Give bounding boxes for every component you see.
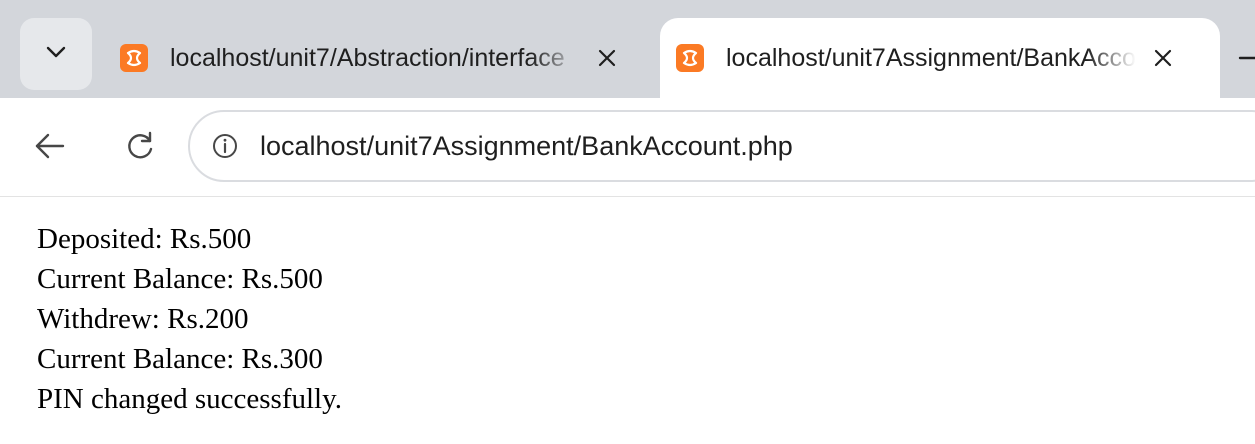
back-arrow-icon	[35, 133, 65, 159]
chevron-down-icon	[43, 39, 69, 70]
output-line: Deposited: Rs.500	[37, 223, 252, 255]
plus-icon	[1238, 56, 1255, 60]
xampp-icon	[676, 44, 704, 72]
browser-chrome: localhost/unit7/Abstraction/interface lo…	[0, 0, 1255, 196]
output-line: PIN changed successfully.	[37, 383, 342, 415]
tab-bankaccount[interactable]: localhost/unit7Assignment/BankAccount.ph…	[660, 18, 1220, 98]
reload-icon	[128, 131, 153, 159]
output-line: Current Balance: Rs.300	[37, 343, 323, 375]
tab-strip: localhost/unit7/Abstraction/interface lo…	[0, 0, 1255, 98]
close-icon	[598, 49, 616, 67]
address-bar[interactable]: localhost/unit7Assignment/BankAccount.ph…	[188, 110, 1255, 182]
info-icon[interactable]	[210, 131, 240, 161]
tab-title: localhost/unit7/Abstraction/interface	[170, 43, 565, 72]
xampp-icon	[120, 44, 148, 72]
navigation-toolbar: localhost/unit7Assignment/BankAccount.ph…	[0, 98, 1255, 196]
close-icon	[1154, 49, 1172, 67]
tab-interface[interactable]: localhost/unit7/Abstraction/interface	[104, 18, 664, 98]
tab-close-button[interactable]	[1146, 41, 1180, 75]
php-output: Deposited: Rs.500 Current Balance: Rs.50…	[37, 219, 342, 419]
output-line: Current Balance: Rs.500	[37, 263, 323, 295]
page-content: Deposited: Rs.500 Current Balance: Rs.50…	[0, 196, 1255, 444]
new-tab-button[interactable]	[1232, 38, 1255, 78]
back-button[interactable]	[22, 118, 78, 174]
tab-search-button[interactable]	[20, 18, 92, 90]
tab-title: localhost/unit7Assignment/BankAccount.ph…	[726, 43, 1136, 72]
output-line: Withdrew: Rs.200	[37, 303, 249, 335]
reload-button[interactable]	[112, 118, 168, 174]
tab-close-button[interactable]	[590, 41, 624, 75]
url-text: localhost/unit7Assignment/BankAccount.ph…	[260, 130, 793, 161]
